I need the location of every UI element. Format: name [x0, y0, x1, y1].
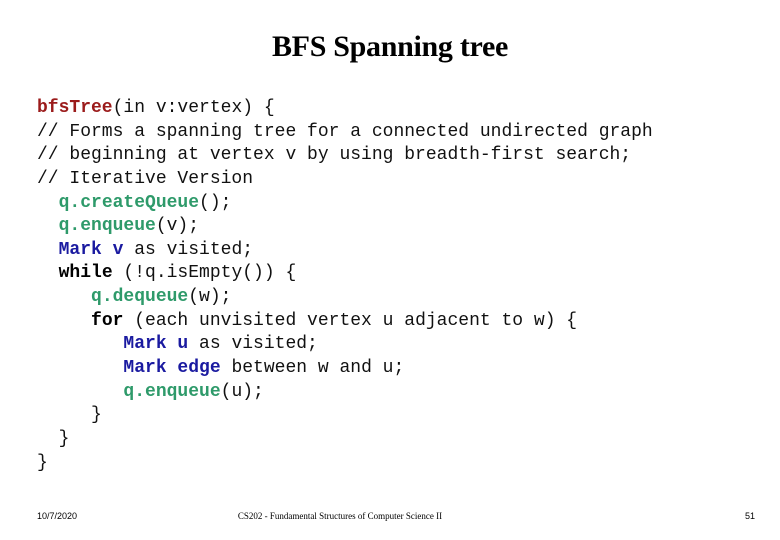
- code-line: for (each unvisited vertex u adjacent to…: [37, 310, 653, 334]
- code-text: as visited;: [188, 334, 318, 355]
- code-line: }: [37, 404, 653, 428]
- footer-page-number: 51: [745, 511, 756, 521]
- code-line: Mark u as visited;: [37, 333, 653, 357]
- code-text: (each unvisited vertex u adjacent to w) …: [123, 310, 578, 331]
- code-keyword: Mark edge: [123, 358, 221, 379]
- code-text: // Forms a spanning tree for a connected…: [37, 121, 653, 142]
- code-line: // Forms a spanning tree for a connected…: [37, 121, 653, 145]
- code-line: }: [37, 452, 653, 476]
- code-text: }: [91, 405, 102, 426]
- code-line: // beginning at vertex v by using breadt…: [37, 144, 653, 168]
- code-line: // Iterative Version: [37, 168, 653, 192]
- code-line: Mark edge between w and u;: [37, 357, 653, 381]
- code-line: q.enqueue(u);: [37, 381, 653, 405]
- footer-course: CS202 - Fundamental Structures of Comput…: [237, 511, 443, 521]
- code-operation: q.enqueue: [58, 216, 156, 237]
- code-function-name: bfsTree: [37, 98, 113, 118]
- code-text: (in v:vertex) {: [112, 98, 275, 118]
- code-control-keyword: while: [58, 263, 113, 284]
- code-text: // beginning at vertex v by using breadt…: [37, 145, 632, 166]
- code-keyword: Mark u: [123, 334, 189, 355]
- code-line: while (!q.isEmpty()) {: [37, 262, 653, 286]
- code-text: as visited;: [123, 239, 254, 260]
- code-line: bfsTree(in v:vertex) {: [37, 97, 653, 121]
- code-line: q.dequeue(w);: [37, 286, 653, 310]
- code-text: // Iterative Version: [37, 168, 254, 189]
- code-control-keyword: for: [91, 310, 124, 331]
- code-text: (v);: [155, 216, 200, 237]
- code-text: }: [58, 428, 70, 449]
- code-block: bfsTree(in v:vertex) {// Forms a spannin…: [37, 97, 653, 475]
- code-text: between w and u;: [220, 358, 405, 379]
- code-line: }: [37, 428, 653, 452]
- code-line: q.enqueue(v);: [37, 215, 653, 239]
- code-text: }: [37, 452, 48, 473]
- code-operation: q.createQueue: [58, 192, 200, 213]
- code-text: (u);: [220, 381, 264, 402]
- code-text: ();: [199, 192, 232, 213]
- code-operation: q.dequeue: [91, 287, 189, 308]
- code-line: q.createQueue();: [37, 192, 653, 216]
- code-text: (w);: [188, 287, 232, 308]
- code-text: (!q.isEmpty()) {: [112, 263, 297, 284]
- slide-title: BFS Spanning tree: [271, 30, 509, 63]
- code-keyword: Mark v: [58, 239, 124, 260]
- code-operation: q.enqueue: [123, 381, 221, 402]
- code-line: Mark v as visited;: [37, 239, 653, 263]
